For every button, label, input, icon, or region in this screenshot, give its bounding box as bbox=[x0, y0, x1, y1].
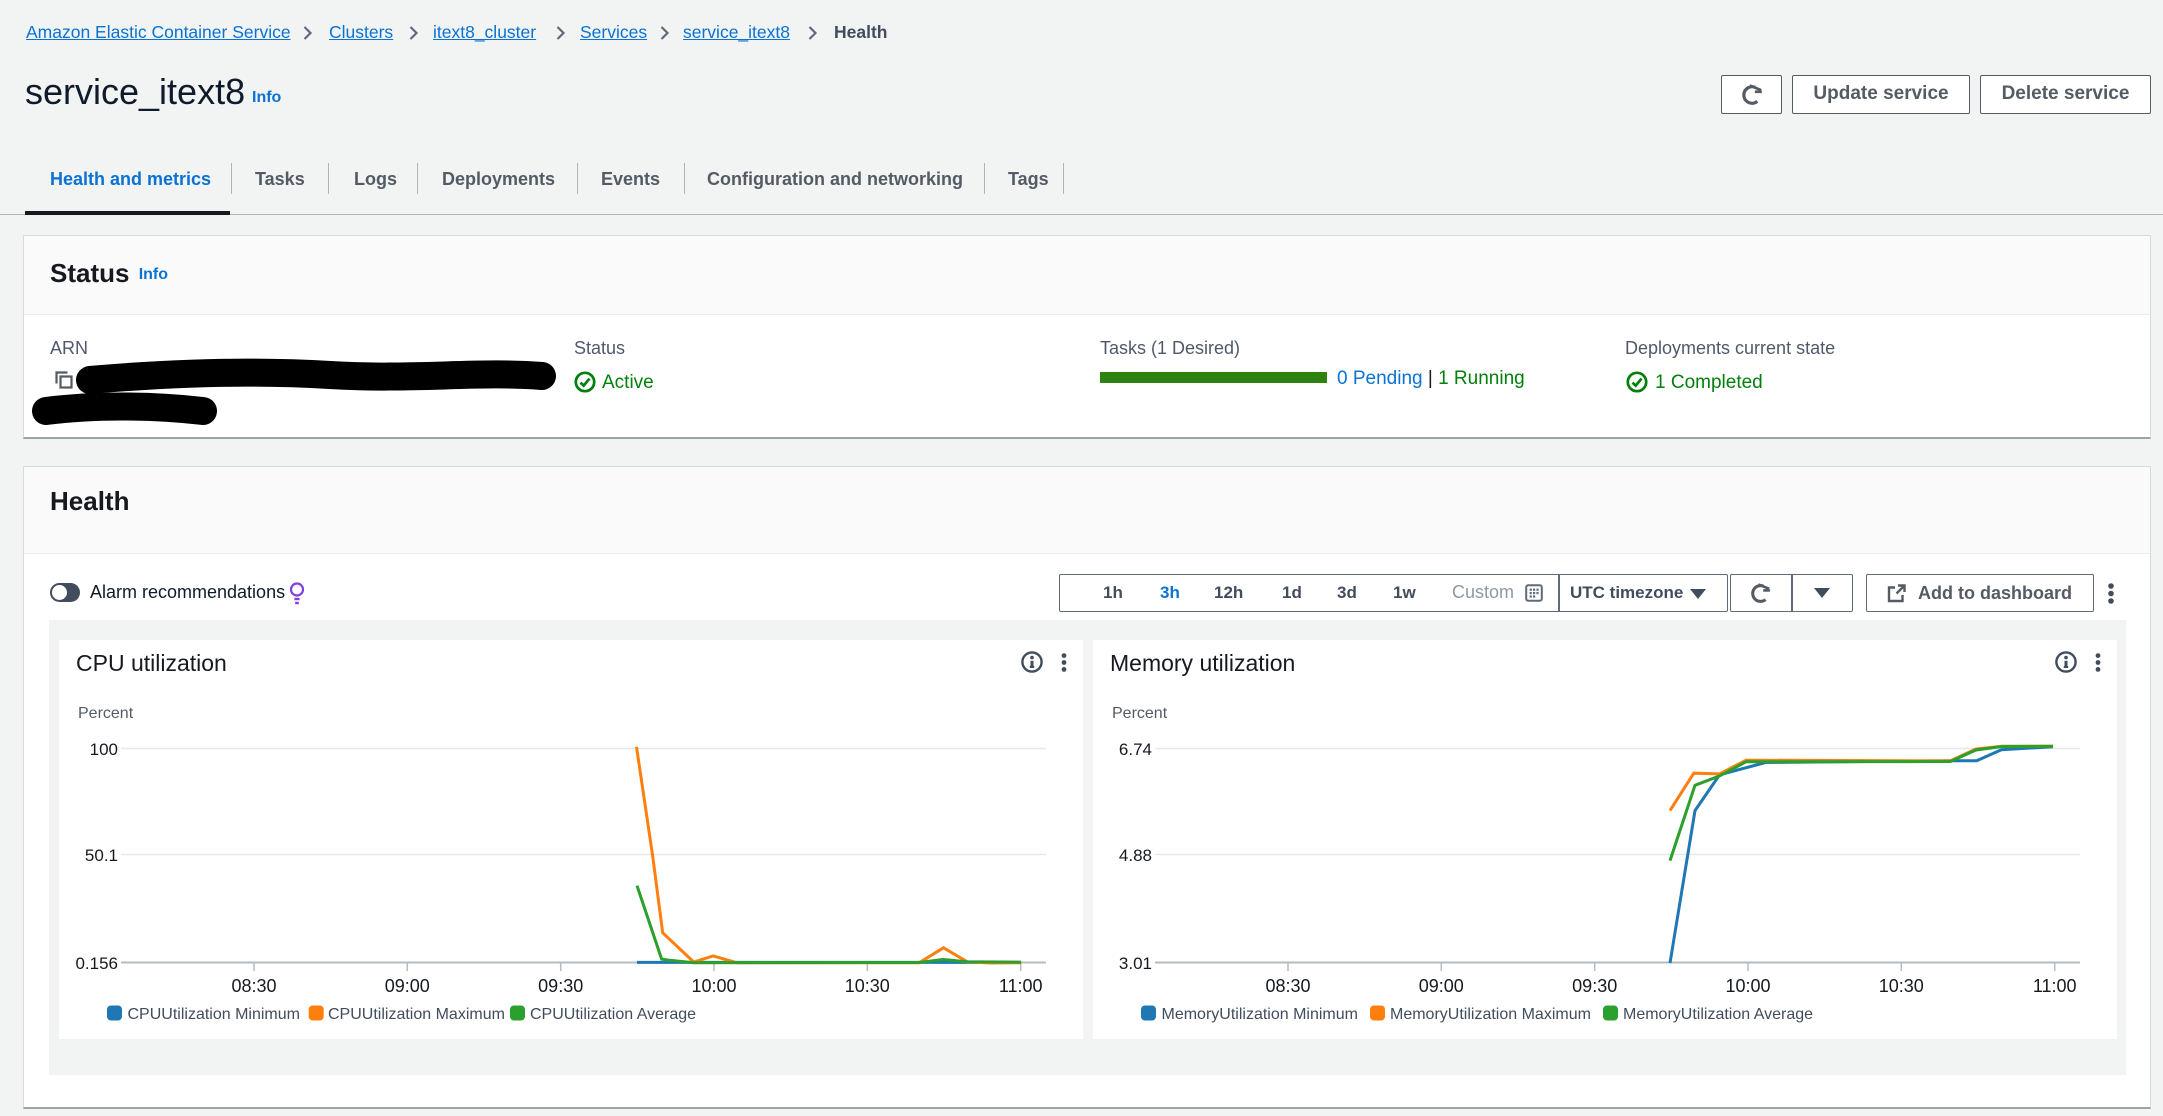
svg-text:08:30: 08:30 bbox=[231, 976, 276, 996]
svg-text:CPUUtilization Maximum: CPUUtilization Maximum bbox=[328, 1006, 505, 1023]
svg-text:09:30: 09:30 bbox=[538, 976, 583, 996]
svg-text:50.1: 50.1 bbox=[85, 846, 118, 865]
svg-text:Percent: Percent bbox=[1112, 705, 1168, 722]
svg-text:10:00: 10:00 bbox=[691, 976, 736, 996]
svg-text:100: 100 bbox=[90, 740, 118, 759]
svg-text:09:30: 09:30 bbox=[1572, 976, 1617, 996]
svg-text:4.88: 4.88 bbox=[1119, 846, 1152, 865]
svg-text:CPUUtilization Average: CPUUtilization Average bbox=[530, 1006, 696, 1023]
svg-text:11:00: 11:00 bbox=[2033, 976, 2077, 996]
svg-text:08:30: 08:30 bbox=[1265, 976, 1310, 996]
svg-text:10:30: 10:30 bbox=[1879, 976, 1924, 996]
svg-text:09:00: 09:00 bbox=[1419, 976, 1464, 996]
svg-text:11:00: 11:00 bbox=[999, 976, 1043, 996]
svg-text:Percent: Percent bbox=[78, 705, 134, 722]
svg-text:09:00: 09:00 bbox=[385, 976, 430, 996]
svg-text:MemoryUtilization Minimum: MemoryUtilization Minimum bbox=[1162, 1006, 1358, 1023]
svg-text:CPUUtilization Minimum: CPUUtilization Minimum bbox=[128, 1006, 300, 1023]
svg-text:6.74: 6.74 bbox=[1119, 740, 1152, 759]
svg-text:MemoryUtilization Average: MemoryUtilization Average bbox=[1623, 1006, 1813, 1023]
svg-text:10:00: 10:00 bbox=[1725, 976, 1770, 996]
svg-text:3.01: 3.01 bbox=[1119, 954, 1152, 973]
svg-text:MemoryUtilization Maximum: MemoryUtilization Maximum bbox=[1390, 1006, 1591, 1023]
svg-text:10:30: 10:30 bbox=[845, 976, 890, 996]
svg-text:0.156: 0.156 bbox=[75, 954, 118, 973]
